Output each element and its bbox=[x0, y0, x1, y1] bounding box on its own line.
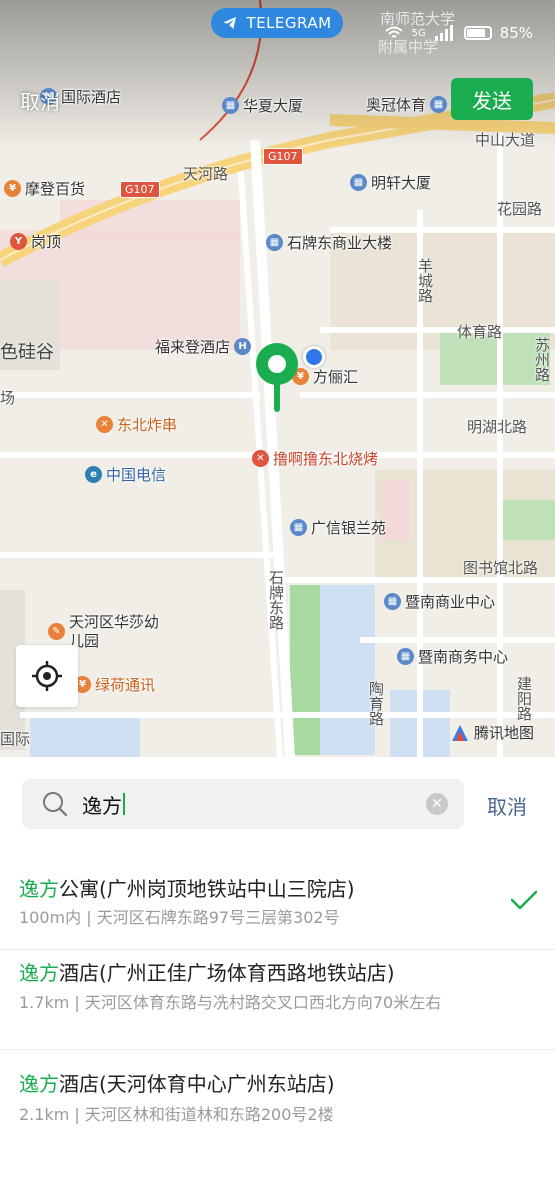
clear-icon[interactable]: ✕ bbox=[426, 793, 448, 815]
poi-jinan-shangye[interactable]: ▦ 暨南商业中心 bbox=[384, 591, 495, 612]
search-query[interactable]: 逸方 bbox=[82, 790, 122, 819]
checkmark-icon bbox=[510, 890, 538, 910]
wifi-icon bbox=[384, 26, 403, 38]
road-jianyang: 建阳路 bbox=[515, 676, 533, 721]
road-shipaidong: 石牌东路 bbox=[267, 570, 285, 630]
tencent-map-logo-icon bbox=[452, 724, 468, 741]
result-item[interactable]: 逸方酒店(天河体育中心广州东站店) 2.1km | 天河区林和街道林和东路200… bbox=[0, 1049, 555, 1139]
road-huayuan: 花园路 bbox=[497, 200, 543, 218]
battery-icon bbox=[463, 26, 492, 40]
poi-china-telecom[interactable]: e 中国电信 bbox=[85, 464, 166, 485]
search-panel: 逸方 ✕ 取消 逸方公寓(广州岗顶地铁站中山三院店) 100m内 | 天河区石牌… bbox=[0, 757, 555, 1200]
crosshair-icon bbox=[32, 661, 62, 691]
poi-guangxin[interactable]: ▦ 广信银兰苑 bbox=[290, 517, 386, 538]
poi-dongbei-zhachuan[interactable]: ✕ 东北炸串 bbox=[96, 414, 177, 435]
text-caret bbox=[123, 793, 125, 815]
poi-lvhe[interactable]: ¥ 绿荷通讯 bbox=[74, 674, 155, 695]
poi-modeng[interactable]: ¥ 摩登百货 bbox=[4, 178, 85, 199]
badge-g107: G107 bbox=[120, 181, 160, 198]
locate-me-button[interactable] bbox=[16, 645, 78, 707]
poi-mingxuan[interactable]: ▦ 明轩大厦 bbox=[350, 172, 431, 193]
result-address: 2.1km | 天河区林和街道林和东路200号2楼 bbox=[19, 1105, 334, 1124]
metro-icon: Y bbox=[10, 233, 27, 250]
poi-gangding-metro[interactable]: Y 岗顶 bbox=[10, 231, 61, 252]
shopping-icon: ¥ bbox=[4, 180, 21, 197]
result-item[interactable]: 逸方公寓(广州岗顶地铁站中山三院店) 100m内 | 天河区石牌东路97号三层第… bbox=[0, 857, 555, 949]
building-icon: ▦ bbox=[290, 519, 307, 536]
result-address: 100m内 | 天河区石牌东路97号三层第302号 bbox=[19, 908, 340, 927]
side-label: 场 bbox=[0, 389, 16, 407]
search-icon bbox=[43, 792, 68, 817]
status-bar-right: 5G 85% bbox=[384, 24, 533, 42]
road-taoyu: 陶育路 bbox=[367, 681, 385, 726]
result-title: 逸方酒店(天河体育中心广州东站店) bbox=[19, 1072, 335, 1096]
poi-shipai-building[interactable]: ▦ 石牌东商业大楼 bbox=[266, 232, 392, 253]
building-icon: ▦ bbox=[430, 96, 448, 113]
result-address: 1.7km | 天河区体育东路与冼村路交叉口西北方向70米左右 bbox=[19, 993, 442, 1012]
poi-fanglihui[interactable]: ¥ 方俪汇 bbox=[292, 366, 358, 387]
result-item[interactable]: 逸方酒店(广州正佳广场体育西路地铁站店) 1.7km | 天河区体育东路与冼村路… bbox=[0, 949, 555, 1049]
result-title: 逸方公寓(广州岗顶地铁站中山三院店) bbox=[19, 877, 355, 901]
map-attribution: 腾讯地图 bbox=[450, 722, 534, 743]
poi-jinan-shangwu[interactable]: ▦ 暨南商务中心 bbox=[397, 646, 508, 667]
telecom-icon: e bbox=[85, 466, 102, 483]
building-icon: ▦ bbox=[266, 234, 283, 251]
road-minghu: 明湖北路 bbox=[467, 418, 528, 436]
location-pin-icon bbox=[256, 343, 298, 412]
road-yangcheng: 羊城路 bbox=[416, 258, 434, 303]
current-location-dot bbox=[303, 346, 325, 368]
send-button[interactable]: 发送 bbox=[451, 78, 533, 120]
food-icon: ✕ bbox=[96, 416, 113, 433]
road-guoji: 国际 bbox=[0, 730, 31, 748]
hotel-icon: H bbox=[234, 338, 252, 355]
road-suzhou: 苏州路 bbox=[533, 337, 551, 382]
map-view[interactable]: H 国际酒店 ▦ 华夏大厦 奥冠体育 ▦ ¥ 摩登百货 Y 岗顶 ▦ 明轩大厦 … bbox=[0, 0, 555, 757]
building-icon: ▦ bbox=[397, 648, 414, 665]
telegram-icon bbox=[223, 17, 237, 29]
result-title: 逸方酒店(广州正佳广场体育西路地铁站店) bbox=[19, 961, 395, 985]
building-icon: ▦ bbox=[350, 174, 367, 191]
road-tiyu: 体育路 bbox=[457, 323, 503, 341]
poi-aoguan[interactable]: 奥冠体育 ▦ bbox=[366, 94, 448, 115]
road-tushuguan: 图书馆北路 bbox=[463, 559, 539, 577]
cancel-search-button[interactable]: 取消 bbox=[487, 791, 527, 820]
food-icon: ✕ bbox=[252, 450, 269, 467]
road-zhongshan: 中山大道 bbox=[475, 131, 536, 149]
cancel-button[interactable]: 取消 bbox=[20, 86, 60, 115]
signal-icon bbox=[434, 25, 453, 41]
building-icon: ▦ bbox=[222, 97, 239, 114]
road-tianhe: 天河路 bbox=[183, 165, 229, 183]
search-input[interactable]: 逸方 ✕ bbox=[22, 779, 464, 829]
badge-g107: G107 bbox=[263, 148, 303, 165]
poi-fulaideng-hotel[interactable]: 福来登酒店 H bbox=[155, 336, 252, 357]
district-label: 色硅谷 bbox=[0, 342, 54, 363]
poi-huaxia[interactable]: ▦ 华夏大厦 bbox=[222, 95, 303, 116]
telegram-pill[interactable]: TELEGRAM bbox=[211, 8, 343, 38]
school-icon: ✎ bbox=[48, 623, 65, 640]
building-icon: ▦ bbox=[384, 593, 401, 610]
poi-shaokao[interactable]: ✕ 撸啊撸东北烧烤 bbox=[252, 448, 378, 469]
